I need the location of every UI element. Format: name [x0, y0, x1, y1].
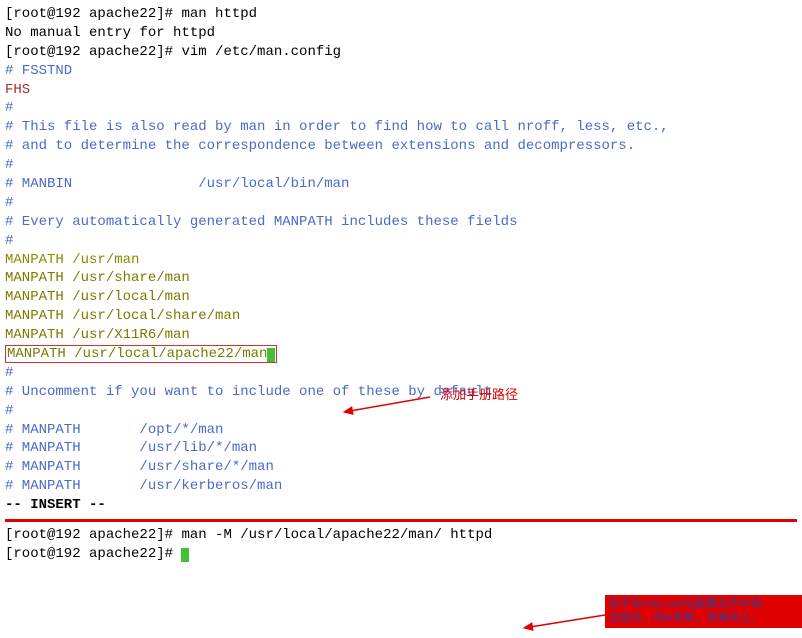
- command-text: vim /etc/man.config: [181, 44, 341, 60]
- file-comment: # Every automatically generated MANPATH …: [5, 213, 797, 232]
- file-text: FHS: [5, 81, 797, 100]
- command-text: man httpd: [181, 6, 257, 22]
- file-comment: # MANPATH /usr/kerberos/man: [5, 477, 797, 496]
- file-comment: # and to determine the correspondence be…: [5, 137, 797, 156]
- file-comment: #: [5, 194, 797, 213]
- file-comment: # FSSTND: [5, 62, 797, 81]
- file-comment: # MANPATH /usr/lib/*/man: [5, 439, 797, 458]
- file-comment: #: [5, 364, 797, 383]
- annotation-text: 如不在man.config配置文件中指: [609, 597, 799, 611]
- file-comment: #: [5, 232, 797, 251]
- arrow-icon: [520, 605, 610, 635]
- file-comment: # MANPATH /usr/share/*/man: [5, 458, 797, 477]
- file-comment: # MANPATH /opt/*/man: [5, 421, 797, 440]
- shell-line: [root@192 apache22]#: [5, 545, 797, 564]
- prompt: [root@192 apache22]#: [5, 527, 181, 543]
- cursor-icon: [181, 548, 189, 562]
- shell-line: [root@192 apache22]# man httpd: [5, 5, 797, 24]
- command-text: man -M /usr/local/apache22/man/ httpd: [181, 527, 492, 543]
- manpath-line: MANPATH /usr/local/man: [5, 288, 797, 307]
- manpath-text: MANPATH /usr/local/apache22/man: [7, 346, 267, 362]
- file-comment: # Uncomment if you want to include one o…: [5, 383, 797, 402]
- separator-bar: [5, 519, 797, 522]
- manpath-line: MANPATH /usr/share/man: [5, 269, 797, 288]
- prompt: [root@192 apache22]#: [5, 546, 181, 562]
- file-comment: #: [5, 99, 797, 118]
- shell-line: [root@192 apache22]# vim /etc/man.config: [5, 43, 797, 62]
- manpath-line: MANPATH /usr/man: [5, 251, 797, 270]
- annotation-text: 定路径，用M参数，效果同上。: [609, 611, 799, 625]
- file-comment: # MANBIN /usr/local/bin/man: [5, 175, 797, 194]
- manpath-line: MANPATH /usr/local/share/man: [5, 307, 797, 326]
- file-comment: #: [5, 402, 797, 421]
- manpath-new-line[interactable]: MANPATH /usr/local/apache22/man: [5, 345, 797, 364]
- shell-output: No manual entry for httpd: [5, 24, 797, 43]
- manpath-line: MANPATH /usr/X11R6/man: [5, 326, 797, 345]
- shell-line: [root@192 apache22]# man -M /usr/local/a…: [5, 526, 797, 545]
- file-comment: # This file is also read by man in order…: [5, 118, 797, 137]
- prompt: [root@192 apache22]#: [5, 44, 181, 60]
- annotation-box: 如不在man.config配置文件中指 定路径，用M参数，效果同上。: [605, 595, 802, 628]
- file-comment: #: [5, 156, 797, 175]
- annotation-label: 添加手册路径: [440, 386, 518, 404]
- prompt: [root@192 apache22]#: [5, 6, 181, 22]
- cursor-icon: [267, 348, 275, 362]
- highlight-added-path: MANPATH /usr/local/apache22/man: [5, 345, 277, 363]
- vim-mode-indicator: -- INSERT --: [5, 496, 797, 515]
